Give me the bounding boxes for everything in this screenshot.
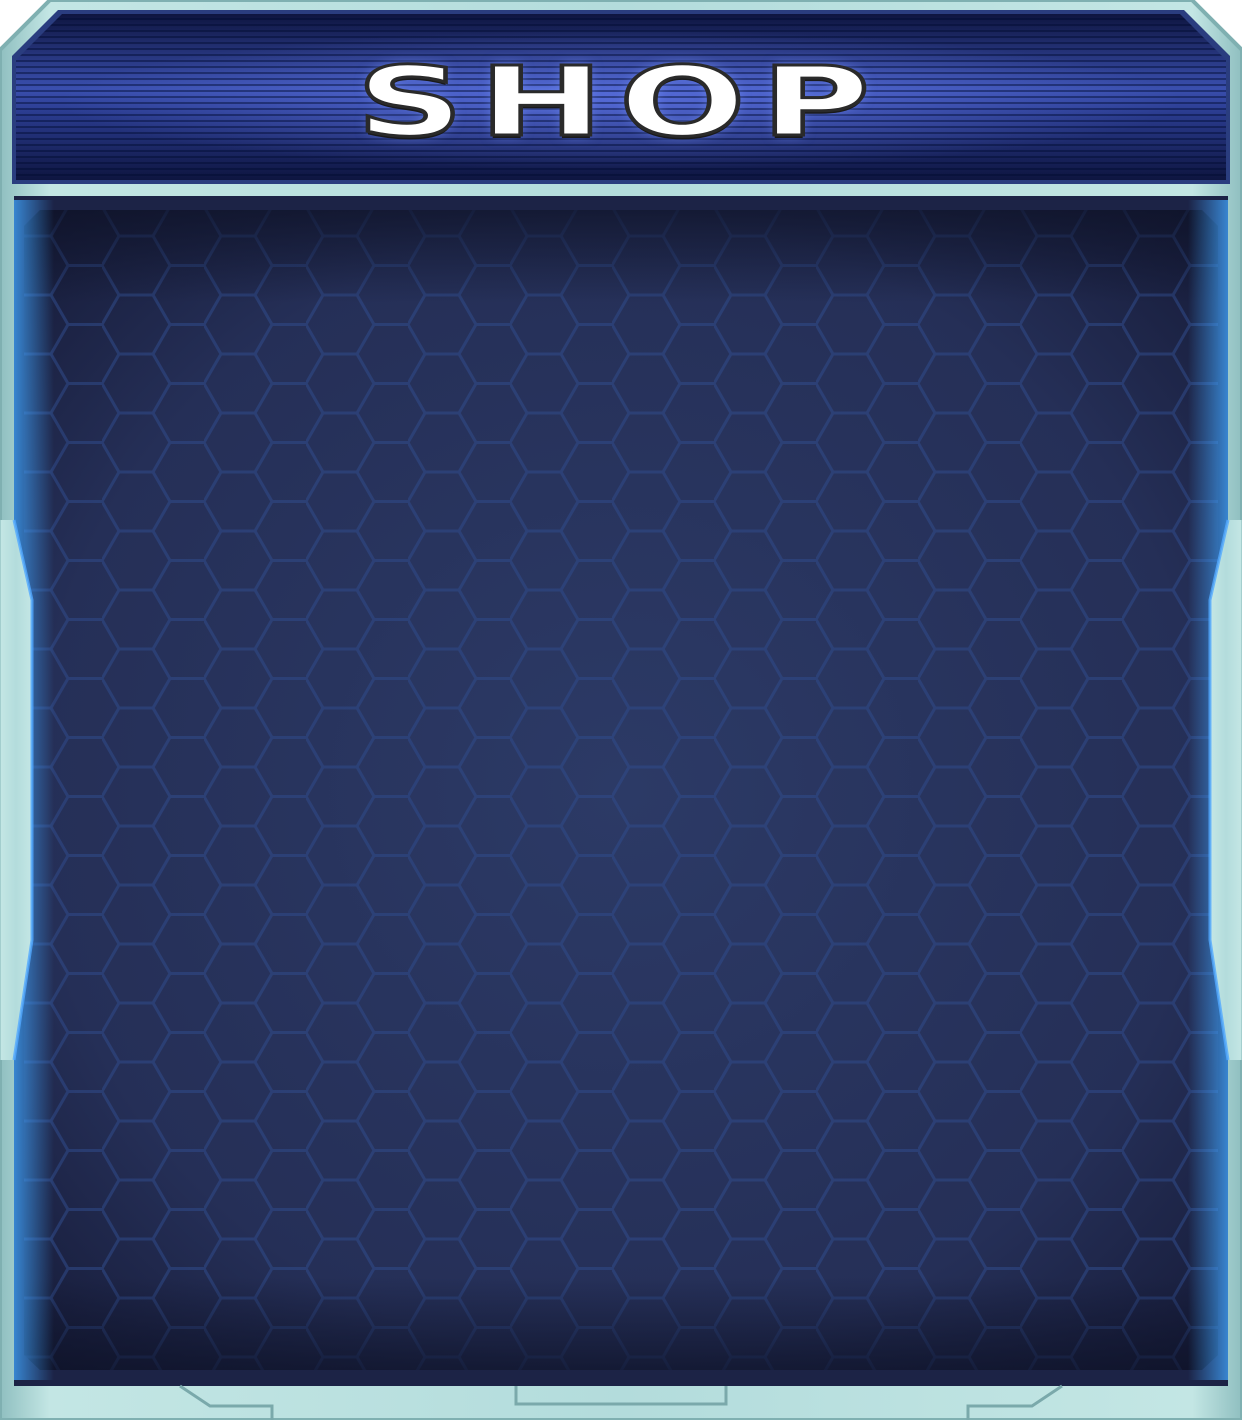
shop-window: SHOP — [0, 0, 1242, 1420]
shop-title: SHOP — [354, 46, 886, 158]
shop-frame — [0, 0, 1242, 1420]
content-panel — [0, 196, 1242, 1386]
